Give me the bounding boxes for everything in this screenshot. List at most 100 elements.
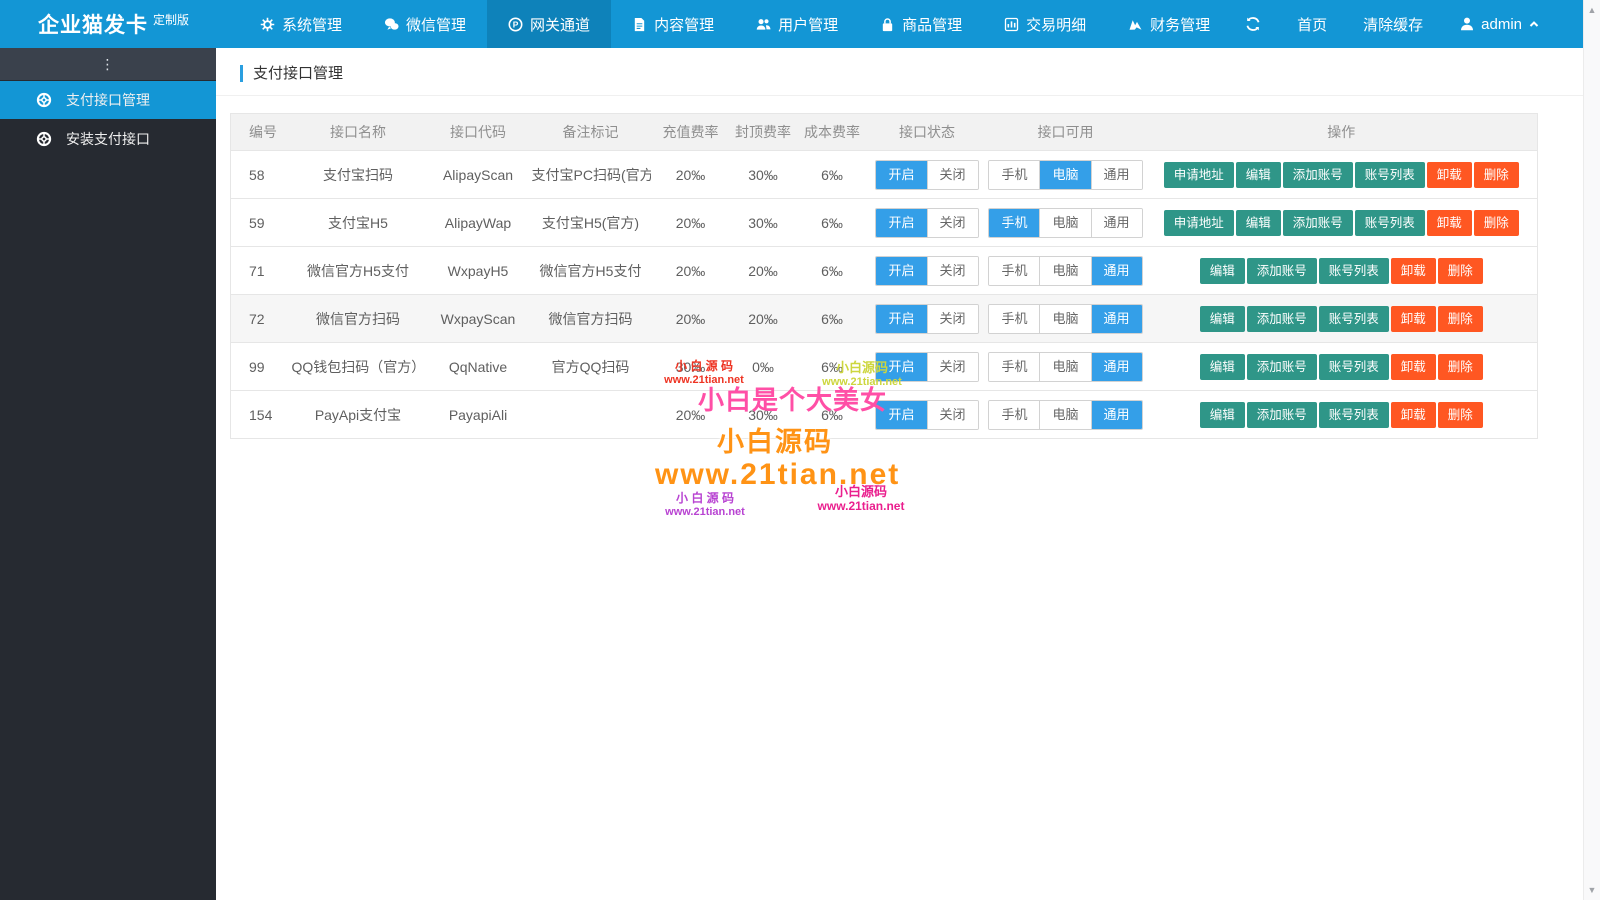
action-add-account-button[interactable]: 添加账号	[1247, 306, 1317, 332]
action-uninstall-button[interactable]: 卸载	[1391, 258, 1436, 284]
cell-actions: 申请地址编辑添加账号账号列表卸载删除	[1146, 199, 1538, 247]
action-edit-button[interactable]: 编辑	[1200, 402, 1245, 428]
status-option-on[interactable]: 开启	[876, 257, 926, 285]
avail-option-mobile[interactable]: 手机	[989, 161, 1039, 189]
nav-item-finance[interactable]: 财务管理	[1107, 0, 1231, 48]
action-account-list-button[interactable]: 账号列表	[1319, 354, 1389, 380]
action-delete-button[interactable]: 删除	[1438, 306, 1483, 332]
avail-option-general[interactable]: 通用	[1091, 305, 1142, 333]
action-apply-url-button[interactable]: 申请地址	[1164, 162, 1234, 188]
action-add-account-button[interactable]: 添加账号	[1283, 162, 1353, 188]
nav-item-gateway[interactable]: P网关通道	[487, 0, 611, 48]
cell-remark	[531, 391, 651, 439]
action-add-account-button[interactable]: 添加账号	[1283, 210, 1353, 236]
cell-code: AlipayScan	[426, 151, 531, 199]
status-option-on[interactable]: 开启	[876, 401, 926, 429]
home-link[interactable]: 首页	[1297, 14, 1327, 35]
action-account-list-button[interactable]: 账号列表	[1319, 402, 1389, 428]
status-option-off[interactable]: 关闭	[927, 353, 978, 381]
table-row: 72微信官方扫码WxpayScan微信官方扫码20‰20‰6‰开启关闭手机电脑通…	[231, 295, 1538, 343]
action-delete-button[interactable]: 删除	[1438, 258, 1483, 284]
cell-availability: 手机电脑通用	[986, 151, 1146, 199]
avail-option-pc[interactable]: 电脑	[1039, 305, 1090, 333]
status-option-off[interactable]: 关闭	[927, 401, 978, 429]
status-option-off[interactable]: 关闭	[927, 161, 978, 189]
avail-option-pc[interactable]: 电脑	[1039, 161, 1090, 189]
page-title: 支付接口管理	[240, 65, 343, 82]
avail-option-mobile[interactable]: 手机	[989, 401, 1039, 429]
vertical-scrollbar[interactable]: ▲ ▼	[1583, 0, 1600, 900]
nav-item-trade[interactable]: 交易明细	[983, 0, 1107, 48]
action-edit-button[interactable]: 编辑	[1236, 210, 1281, 236]
trend-icon	[1128, 17, 1143, 32]
nav-item-wechat[interactable]: 微信管理	[363, 0, 487, 48]
wheel-icon	[36, 92, 52, 108]
action-edit-button[interactable]: 编辑	[1236, 162, 1281, 188]
action-uninstall-button[interactable]: 卸载	[1427, 162, 1472, 188]
avail-option-pc[interactable]: 电脑	[1039, 257, 1090, 285]
avail-option-mobile[interactable]: 手机	[989, 209, 1039, 237]
sidebar-item-payment-api-manage[interactable]: 支付接口管理	[0, 81, 216, 119]
action-edit-button[interactable]: 编辑	[1200, 258, 1245, 284]
scroll-down-arrow[interactable]: ▼	[1584, 885, 1600, 895]
action-uninstall-button[interactable]: 卸载	[1391, 354, 1436, 380]
user-menu[interactable]: admin	[1459, 16, 1540, 33]
avail-option-general[interactable]: 通用	[1091, 353, 1142, 381]
refresh-icon[interactable]	[1245, 16, 1261, 32]
action-delete-button[interactable]: 删除	[1474, 162, 1519, 188]
sidebar-item-install-payment-api[interactable]: 安装支付接口	[0, 120, 216, 158]
action-add-account-button[interactable]: 添加账号	[1247, 354, 1317, 380]
avail-option-mobile[interactable]: 手机	[989, 353, 1039, 381]
avail-option-pc[interactable]: 电脑	[1039, 401, 1090, 429]
scroll-up-arrow[interactable]: ▲	[1584, 5, 1600, 15]
action-delete-button[interactable]: 删除	[1474, 210, 1519, 236]
action-apply-url-button[interactable]: 申请地址	[1164, 210, 1234, 236]
avail-option-general[interactable]: 通用	[1091, 209, 1142, 237]
cell-status: 开启关闭	[869, 151, 986, 199]
avail-option-general[interactable]: 通用	[1091, 401, 1142, 429]
status-option-on[interactable]: 开启	[876, 161, 926, 189]
avail-option-pc[interactable]: 电脑	[1039, 353, 1090, 381]
action-account-list-button[interactable]: 账号列表	[1319, 306, 1389, 332]
action-delete-button[interactable]: 删除	[1438, 354, 1483, 380]
nav-item-goods[interactable]: 商品管理	[859, 0, 983, 48]
avail-option-general[interactable]: 通用	[1091, 161, 1142, 189]
clear-cache-link[interactable]: 清除缓存	[1363, 14, 1423, 35]
nav-item-system[interactable]: 系统管理	[239, 0, 363, 48]
table-row: 59支付宝H5AlipayWap支付宝H5(官方)20‰30‰6‰开启关闭手机电…	[231, 199, 1538, 247]
action-delete-button[interactable]: 删除	[1438, 402, 1483, 428]
action-uninstall-button[interactable]: 卸载	[1391, 306, 1436, 332]
avail-option-pc[interactable]: 电脑	[1039, 209, 1090, 237]
status-option-on[interactable]: 开启	[876, 209, 926, 237]
nav-item-content[interactable]: 内容管理	[611, 0, 735, 48]
action-add-account-button[interactable]: 添加账号	[1247, 402, 1317, 428]
status-option-on[interactable]: 开启	[876, 353, 926, 381]
cell-actions: 编辑添加账号账号列表卸载删除	[1146, 295, 1538, 343]
cell-status: 开启关闭	[869, 199, 986, 247]
status-option-off[interactable]: 关闭	[927, 209, 978, 237]
status-option-on[interactable]: 开启	[876, 305, 926, 333]
status-toggle-group: 开启关闭	[875, 352, 978, 382]
action-edit-button[interactable]: 编辑	[1200, 354, 1245, 380]
nav-item-user[interactable]: 用户管理	[735, 0, 859, 48]
column-header: 操作	[1146, 114, 1538, 151]
avail-option-general[interactable]: 通用	[1091, 257, 1142, 285]
action-add-account-button[interactable]: 添加账号	[1247, 258, 1317, 284]
avail-option-mobile[interactable]: 手机	[989, 305, 1039, 333]
avail-option-mobile[interactable]: 手机	[989, 257, 1039, 285]
status-option-off[interactable]: 关闭	[927, 257, 978, 285]
action-account-list-button[interactable]: 账号列表	[1319, 258, 1389, 284]
action-account-list-button[interactable]: 账号列表	[1355, 210, 1425, 236]
cell-name: 支付宝H5	[291, 199, 426, 247]
title-divider	[216, 95, 1584, 96]
action-account-list-button[interactable]: 账号列表	[1355, 162, 1425, 188]
sidebar-collapse-toggle[interactable]: ⋮	[0, 48, 216, 80]
status-option-off[interactable]: 关闭	[927, 305, 978, 333]
action-uninstall-button[interactable]: 卸载	[1427, 210, 1472, 236]
gateway-p-icon: P	[508, 17, 523, 32]
action-uninstall-button[interactable]: 卸载	[1391, 402, 1436, 428]
column-header: 编号	[231, 114, 291, 151]
action-edit-button[interactable]: 编辑	[1200, 306, 1245, 332]
cell-remark: 微信官方扫码	[531, 295, 651, 343]
cell-rate-cost: 6‰	[796, 391, 869, 439]
